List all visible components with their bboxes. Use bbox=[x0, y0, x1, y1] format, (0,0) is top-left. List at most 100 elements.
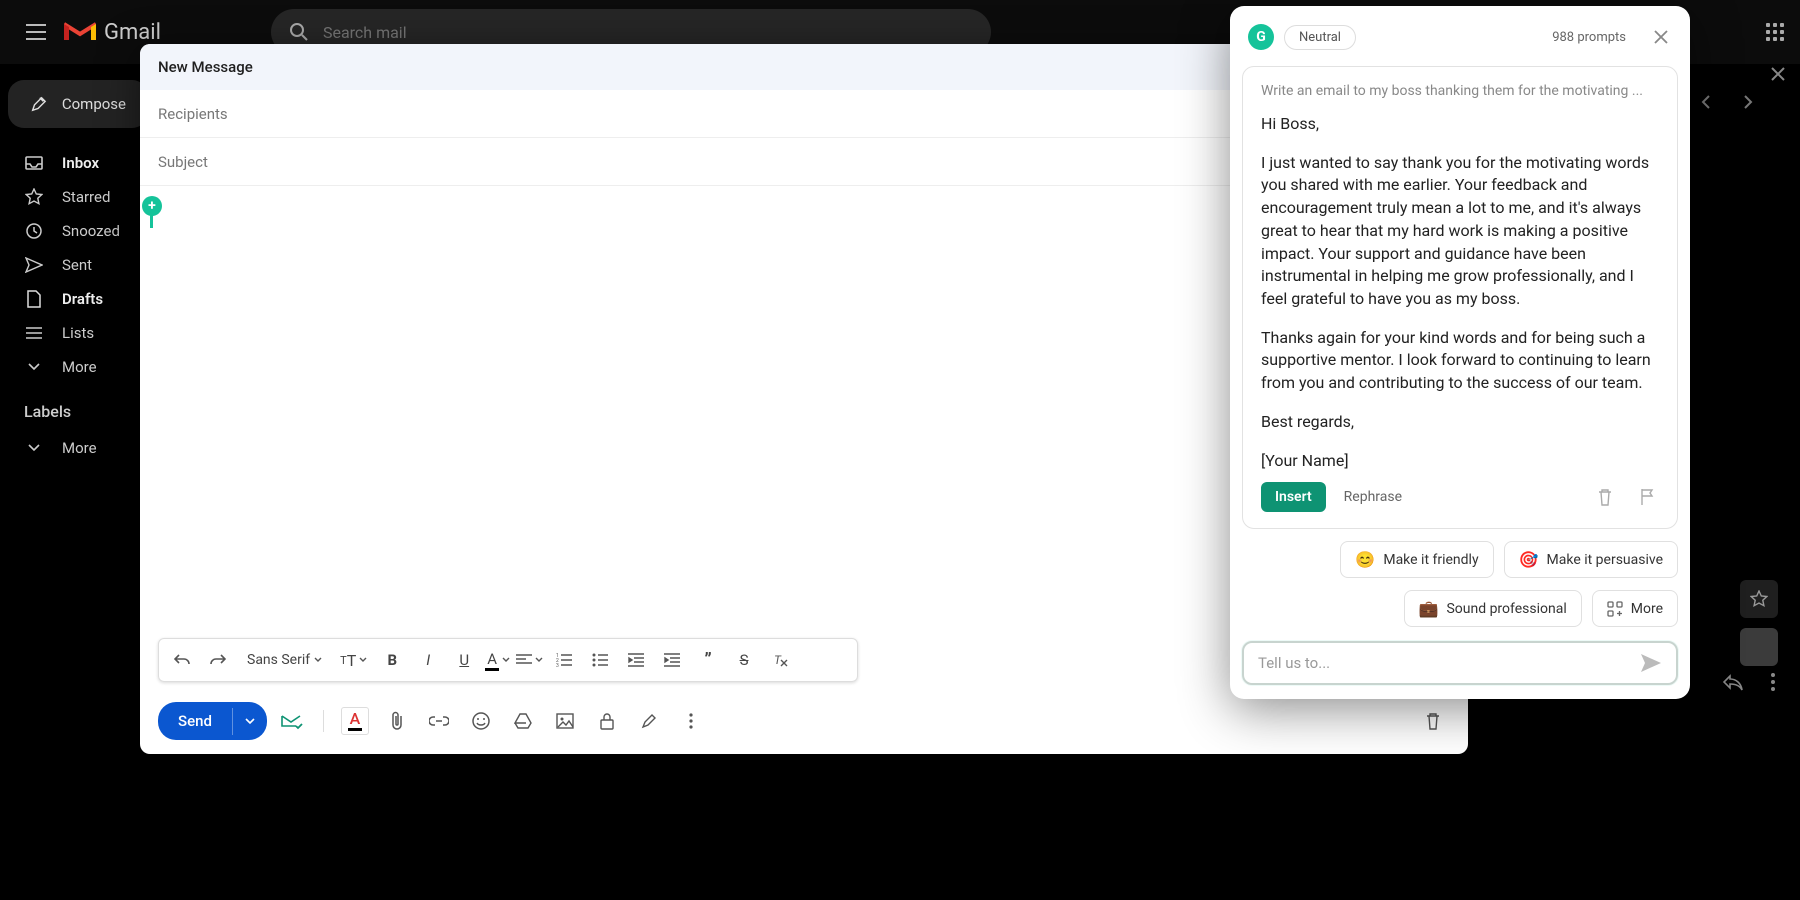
clear-format-icon: T bbox=[772, 652, 788, 668]
flag-button[interactable] bbox=[1635, 484, 1659, 510]
strikethrough-button[interactable]: S bbox=[729, 645, 759, 675]
indent-icon bbox=[664, 653, 680, 667]
chip-label: Make it persuasive bbox=[1547, 552, 1663, 568]
grammarly-header: G Neutral 988 prompts bbox=[1230, 20, 1690, 62]
caret-down-icon bbox=[245, 718, 255, 725]
grammarly-instruction: Write an email to my boss thanking them … bbox=[1261, 83, 1659, 99]
apps-button[interactable] bbox=[1766, 23, 1784, 41]
send-icon bbox=[1640, 653, 1662, 673]
sidebar-item-label: Sent bbox=[62, 256, 92, 274]
compose-actions: Send A bbox=[140, 692, 1468, 754]
send-more-button[interactable] bbox=[232, 708, 267, 735]
sidebar-item-label: Inbox bbox=[62, 154, 99, 172]
chip-label: Sound professional bbox=[1446, 601, 1566, 617]
grammarly-inline-button[interactable]: + bbox=[142, 196, 162, 216]
svg-text:T: T bbox=[774, 653, 782, 667]
more-options-button[interactable] bbox=[674, 704, 708, 738]
reply-button[interactable] bbox=[1722, 673, 1744, 691]
pane-close[interactable] bbox=[1764, 60, 1792, 88]
prompts-count: 988 prompts bbox=[1552, 30, 1626, 45]
send-label: Send bbox=[158, 702, 232, 740]
image-button[interactable] bbox=[548, 704, 582, 738]
quote-button[interactable]: ” bbox=[693, 645, 723, 675]
emoji-button[interactable] bbox=[464, 704, 498, 738]
side-star-button[interactable] bbox=[1740, 580, 1778, 618]
chevron-down-icon bbox=[24, 438, 44, 458]
indent-less-button[interactable] bbox=[621, 645, 651, 675]
main-menu-button[interactable] bbox=[16, 12, 56, 52]
discard-button[interactable] bbox=[1416, 704, 1450, 738]
text-color-button[interactable]: A bbox=[485, 645, 510, 675]
gmail-logo[interactable]: Gmail bbox=[64, 20, 161, 45]
remove-formatting-button[interactable]: T bbox=[765, 645, 795, 675]
pager-prev[interactable] bbox=[1694, 90, 1718, 114]
spellcheck-button[interactable] bbox=[275, 704, 309, 738]
search-icon bbox=[289, 22, 309, 42]
grammarly-input[interactable] bbox=[1258, 654, 1640, 672]
trash-icon bbox=[1425, 712, 1441, 730]
insert-button[interactable]: Insert bbox=[1261, 482, 1326, 512]
redo-icon bbox=[210, 653, 226, 667]
rephrase-button[interactable]: Rephrase bbox=[1344, 489, 1402, 505]
bulleted-list-button[interactable] bbox=[585, 645, 615, 675]
link-icon bbox=[429, 715, 449, 727]
grammarly-card: Write an email to my boss thanking them … bbox=[1242, 66, 1678, 529]
email-name: [Your Name] bbox=[1261, 450, 1659, 473]
tone-selector[interactable]: Neutral bbox=[1284, 25, 1356, 50]
text-format-button[interactable]: A bbox=[338, 704, 372, 738]
header-right bbox=[1766, 23, 1784, 41]
side-icons bbox=[1740, 580, 1778, 666]
chip-make-persuasive[interactable]: 🎯 Make it persuasive bbox=[1504, 541, 1678, 578]
grammarly-close-button[interactable] bbox=[1650, 26, 1672, 48]
email-para1: I just wanted to say thank you for the m… bbox=[1261, 152, 1659, 311]
chip-more[interactable]: More bbox=[1592, 590, 1678, 627]
grammarly-input-wrap[interactable] bbox=[1242, 641, 1678, 685]
hamburger-icon bbox=[26, 24, 46, 40]
bold-button[interactable]: B bbox=[377, 645, 407, 675]
search-input[interactable] bbox=[323, 23, 973, 42]
confidential-button[interactable] bbox=[590, 704, 624, 738]
redo-button[interactable] bbox=[203, 645, 233, 675]
more-vert-button[interactable] bbox=[1770, 672, 1776, 692]
clock-icon bbox=[24, 221, 44, 241]
grammarly-panel: G Neutral 988 prompts Write an email to … bbox=[1230, 6, 1690, 699]
smile-icon bbox=[472, 712, 490, 730]
pager-next[interactable] bbox=[1736, 90, 1760, 114]
drive-icon bbox=[514, 713, 532, 729]
delete-draft-button[interactable] bbox=[1593, 484, 1617, 510]
close-icon bbox=[1771, 67, 1785, 81]
indent-more-button[interactable] bbox=[657, 645, 687, 675]
chip-make-friendly[interactable]: 😊 Make it friendly bbox=[1340, 541, 1493, 578]
send-button[interactable]: Send bbox=[158, 702, 267, 740]
lock-clock-icon bbox=[599, 712, 615, 730]
compose-button[interactable]: Compose bbox=[8, 80, 148, 128]
smile-emoji-icon: 😊 bbox=[1355, 550, 1375, 569]
flag-icon bbox=[1639, 488, 1655, 506]
font-family-select[interactable]: Sans Serif bbox=[239, 652, 330, 668]
caret-down-icon bbox=[502, 657, 510, 663]
ol-icon: 123 bbox=[556, 653, 572, 667]
underline-button[interactable]: U bbox=[449, 645, 479, 675]
email-para2: Thanks again for your kind words and for… bbox=[1261, 327, 1659, 395]
close-icon bbox=[1654, 30, 1668, 44]
italic-button[interactable]: I bbox=[413, 645, 443, 675]
attach-button[interactable] bbox=[380, 704, 414, 738]
more-vert-icon bbox=[689, 713, 693, 729]
sidebar-item-label: More bbox=[62, 439, 97, 457]
link-button[interactable] bbox=[422, 704, 456, 738]
grammarly-send-button[interactable] bbox=[1640, 653, 1662, 673]
numbered-list-button[interactable]: 123 bbox=[549, 645, 579, 675]
chip-label: More bbox=[1631, 601, 1663, 617]
undo-button[interactable] bbox=[167, 645, 197, 675]
image-icon bbox=[556, 713, 574, 729]
font-size-button[interactable]: TT bbox=[336, 645, 371, 675]
grammarly-generated-body: Hi Boss, I just wanted to say thank you … bbox=[1261, 113, 1659, 472]
chip-sound-professional[interactable]: 💼 Sound professional bbox=[1404, 590, 1582, 627]
align-button[interactable] bbox=[516, 645, 543, 675]
sidebar-item-label: Drafts bbox=[62, 290, 103, 308]
signature-button[interactable] bbox=[632, 704, 666, 738]
pager bbox=[1694, 90, 1760, 114]
drive-button[interactable] bbox=[506, 704, 540, 738]
pen-icon bbox=[641, 713, 657, 729]
side-box-button[interactable] bbox=[1740, 628, 1778, 666]
